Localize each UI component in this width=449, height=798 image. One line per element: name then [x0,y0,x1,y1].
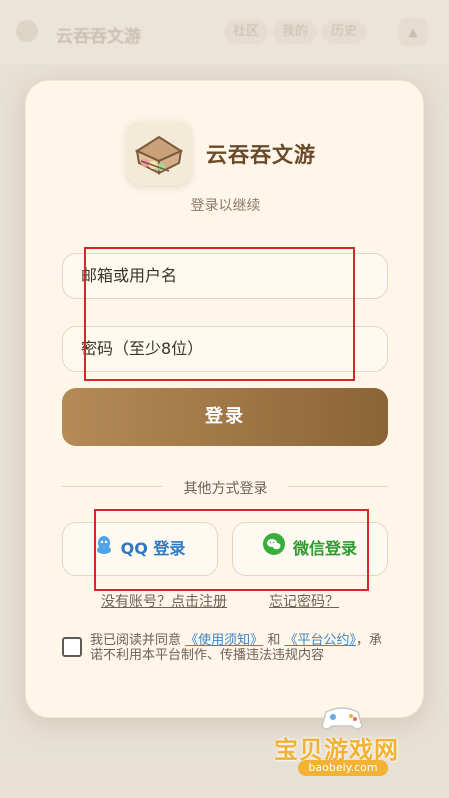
login-card: 云吞吞文游 登录以继续 邮箱或用户名 密码（至少8位） 登录 其他方式登录 QQ… [25,80,424,718]
watermark-url: baobeiy.com [298,760,388,776]
forgot-password-link[interactable]: 忘记密码？ [269,591,339,611]
platform-rules-link[interactable]: 《平台公约》 [284,633,356,648]
agreement-text: 我已阅读并同意 《使用须知》 和 《平台公约》，承诺不利用本平台制作、传播违法违… [90,633,390,663]
terms-link[interactable]: 《使用须知》 [185,633,263,648]
agree-prefix: 我已阅读并同意 [90,633,182,648]
agree-checkbox[interactable] [62,637,82,657]
highlight-box-social [94,509,369,591]
login-button[interactable]: 登录 [62,388,388,446]
agree-and: 和 [267,633,281,648]
app-logo-icon [127,121,191,185]
app-logo [127,121,191,185]
other-login-divider: 其他方式登录 [183,481,268,497]
highlight-box-credentials [84,247,355,381]
login-subtitle: 登录以继续 [190,198,261,214]
app-name: 云吞吞文游 [206,143,316,167]
register-link[interactable]: 没有账号？点击注册 [101,591,227,611]
